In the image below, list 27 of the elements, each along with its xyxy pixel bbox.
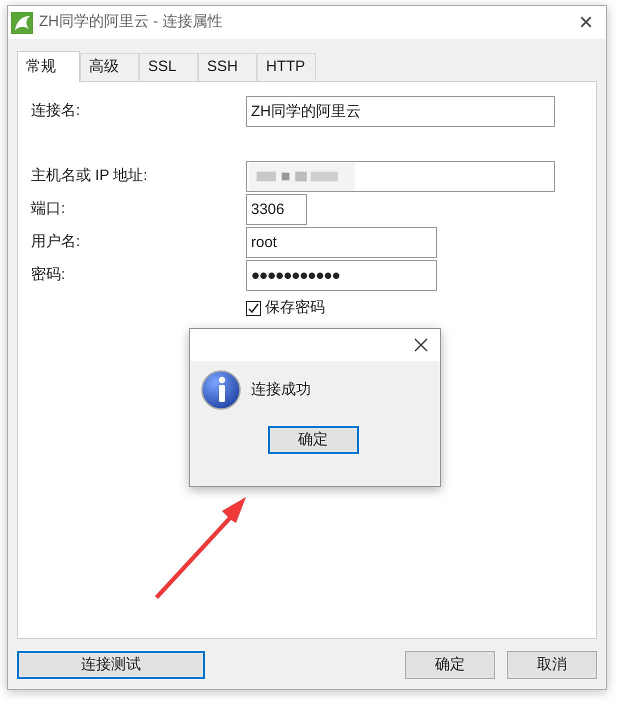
info-icon [201,370,241,410]
text-field[interactable]: ZH同学的阿里云 [246,96,555,127]
ok-button[interactable]: 确定 [268,426,358,454]
text-field[interactable]: 3306 [246,194,307,225]
password-field[interactable]: ●●●●●●●●●●● [246,260,437,291]
checkbox[interactable] [246,300,261,316]
close-button[interactable]: × [578,10,593,34]
host-field[interactable] [246,161,555,192]
field-label: 主机名或 IP 地址: [31,166,148,186]
text-field[interactable]: root [246,227,437,258]
cancel-button[interactable]: 取消 [507,651,597,679]
tab[interactable]: HTTP [257,53,316,81]
tab[interactable]: SSL [139,53,198,81]
tab[interactable]: SSH [198,53,257,81]
test-connection-button[interactable]: 连接测试 [17,651,205,679]
message-text: 连接成功 [251,380,311,400]
tab[interactable]: 常规 [17,51,80,82]
ok-button[interactable]: 确定 [405,651,495,679]
close-icon[interactable] [414,338,428,352]
window-title: ZH同学的阿里云 - 连接属性 [39,12,222,32]
tab[interactable]: 高级 [80,53,139,81]
blurred-value-icon [247,162,357,191]
field-label: 密码: [31,265,66,286]
field-label: 用户名: [31,232,82,252]
field-label: 连接名: [31,101,82,122]
field-label: 端口: [31,199,66,220]
checkbox-label: 保存密码 [265,298,325,318]
